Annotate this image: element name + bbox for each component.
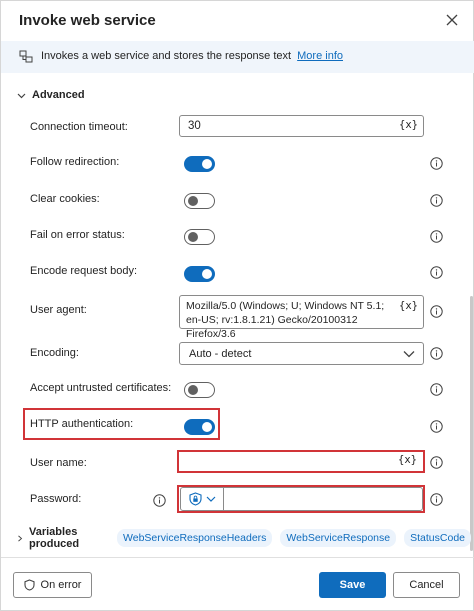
variables-produced-label[interactable]: Variables produced bbox=[29, 526, 105, 550]
variable-chip[interactable]: WebServiceResponseHeaders bbox=[117, 529, 273, 547]
help-icon[interactable] bbox=[430, 305, 443, 318]
user-name-input[interactable]: {x} bbox=[180, 452, 422, 471]
close-icon[interactable] bbox=[443, 11, 461, 29]
help-icon[interactable] bbox=[430, 383, 443, 396]
user-agent-label: User agent: bbox=[30, 304, 87, 316]
http-authentication-toggle[interactable] bbox=[184, 419, 215, 435]
scrollbar[interactable] bbox=[470, 296, 473, 551]
on-error-label: On error bbox=[40, 579, 82, 591]
connection-timeout-label: Connection timeout: bbox=[30, 121, 128, 133]
help-icon[interactable] bbox=[430, 493, 443, 506]
variable-chip[interactable]: WebServiceResponse bbox=[280, 529, 397, 547]
on-error-button[interactable]: On error bbox=[13, 572, 92, 598]
fail-on-error-toggle[interactable] bbox=[184, 229, 215, 245]
cancel-button[interactable]: Cancel bbox=[393, 572, 460, 598]
help-icon[interactable] bbox=[430, 347, 443, 360]
follow-redirection-label: Follow redirection: bbox=[30, 156, 120, 168]
help-icon[interactable] bbox=[430, 420, 443, 433]
password-input-group bbox=[180, 487, 423, 511]
variable-picker-button[interactable]: {x} bbox=[399, 119, 418, 131]
invoke-web-service-dialog: Invoke web service Invokes a web service… bbox=[0, 0, 474, 611]
help-icon[interactable] bbox=[430, 230, 443, 243]
footer-divider bbox=[1, 557, 474, 558]
encoding-dropdown[interactable]: Auto - detect bbox=[179, 342, 424, 365]
accept-untrusted-certificates-toggle[interactable] bbox=[184, 382, 215, 398]
user-agent-input[interactable]: Mozilla/5.0 (Windows; U; Windows NT 5.1;… bbox=[179, 295, 424, 340]
variable-picker-button[interactable]: {x} bbox=[399, 299, 418, 313]
connection-timeout-value: 30 bbox=[188, 120, 201, 132]
password-label: Password: bbox=[30, 493, 82, 505]
chevron-right-icon[interactable] bbox=[17, 534, 23, 543]
encode-request-body-label: Encode request body: bbox=[30, 265, 138, 277]
connection-timeout-input[interactable]: 30 {x} bbox=[179, 115, 424, 137]
user-name-label: User name: bbox=[30, 457, 87, 469]
user-agent-value: Mozilla/5.0 (Windows; U; Windows NT 5.1;… bbox=[186, 300, 385, 340]
encoding-label: Encoding: bbox=[30, 347, 79, 359]
chevron-down-icon bbox=[17, 93, 26, 98]
variable-chip[interactable]: StatusCode bbox=[404, 529, 471, 547]
variable-picker-button[interactable]: {x} bbox=[398, 454, 417, 466]
shield-icon bbox=[23, 579, 35, 591]
help-icon[interactable] bbox=[430, 157, 443, 170]
dialog-title: Invoke web service bbox=[19, 12, 156, 29]
advanced-section-toggle[interactable]: Advanced bbox=[17, 88, 85, 102]
dialog-titlebar: Invoke web service bbox=[1, 1, 474, 41]
info-bar: Invokes a web service and stores the res… bbox=[1, 41, 474, 73]
advanced-label: Advanced bbox=[32, 89, 85, 101]
help-icon[interactable] bbox=[153, 494, 166, 507]
clear-cookies-toggle[interactable] bbox=[184, 193, 215, 209]
help-icon[interactable] bbox=[430, 456, 443, 469]
help-icon[interactable] bbox=[430, 266, 443, 279]
encoding-selected-value: Auto - detect bbox=[189, 348, 252, 360]
follow-redirection-toggle[interactable] bbox=[184, 156, 215, 172]
clear-cookies-label: Clear cookies: bbox=[30, 193, 100, 205]
save-button[interactable]: Save bbox=[319, 572, 386, 598]
fail-on-error-label: Fail on error status: bbox=[30, 229, 125, 241]
action-icon bbox=[19, 50, 33, 63]
variables-produced-row: Variables produced WebServiceResponseHea… bbox=[17, 526, 473, 550]
accept-untrusted-certificates-label: Accept untrusted certificates: bbox=[30, 382, 172, 394]
info-text: Invokes a web service and stores the res… bbox=[41, 50, 343, 62]
encode-request-body-toggle[interactable] bbox=[184, 266, 215, 282]
help-icon[interactable] bbox=[430, 194, 443, 207]
chevron-down-icon bbox=[403, 351, 415, 358]
password-type-dropdown[interactable] bbox=[181, 488, 224, 510]
shield-lock-icon bbox=[188, 492, 202, 506]
chevron-down-icon bbox=[206, 496, 215, 502]
info-description: Invokes a web service and stores the res… bbox=[41, 50, 292, 62]
http-authentication-label: HTTP authentication: bbox=[30, 418, 134, 430]
more-info-link[interactable]: More info bbox=[297, 50, 343, 62]
